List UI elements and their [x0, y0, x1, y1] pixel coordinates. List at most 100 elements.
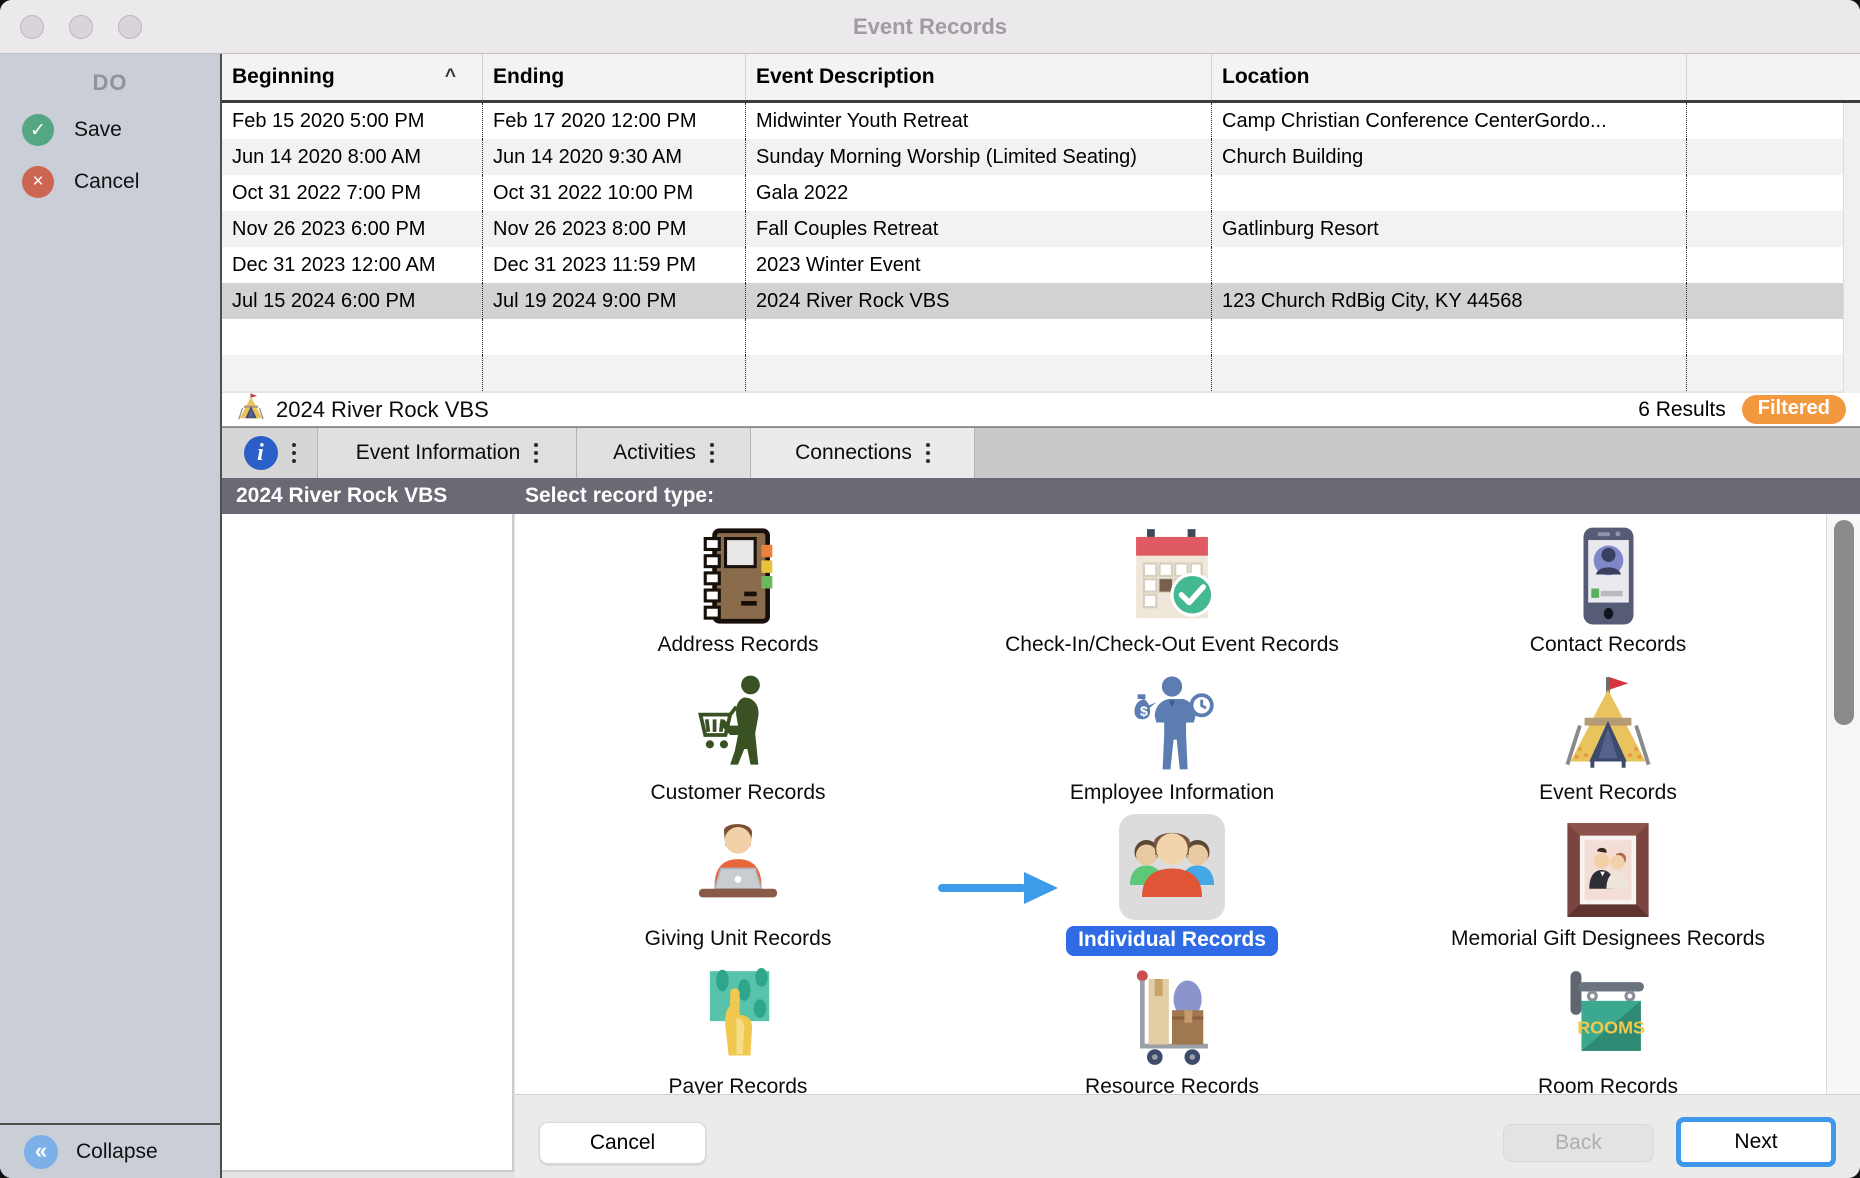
- record-type-memorial-gift-designees[interactable]: Memorial Gift Designees Records: [1388, 814, 1828, 952]
- info-icon: i: [244, 436, 278, 470]
- cancel-button[interactable]: × Cancel: [22, 166, 139, 198]
- collapse-button[interactable]: « Collapse: [0, 1123, 220, 1178]
- events-table: Beginning ^ Ending Event Description Loc…: [222, 54, 1860, 391]
- cell-empty: [1211, 355, 1686, 391]
- sort-ascending-icon: ^: [445, 54, 456, 100]
- cell-location: Camp Christian Conference CenterGordo...: [1211, 103, 1686, 139]
- cell-beginning: Oct 31 2022 7:00 PM: [222, 175, 482, 211]
- tent-icon: [236, 392, 266, 427]
- cell-beginning: Jul 15 2024 6:00 PM: [222, 283, 482, 319]
- person-laptop-icon: [518, 814, 958, 920]
- record-type-payer-records[interactable]: Payer Records: [518, 962, 958, 1100]
- table-scrollbar-track[interactable]: [1843, 103, 1860, 394]
- scrollbar-track[interactable]: [1826, 514, 1860, 1094]
- cancel-label: Cancel: [74, 170, 139, 194]
- employee-icon: $: [952, 668, 1392, 774]
- column-header-empty: [1686, 54, 1860, 100]
- filtered-badge[interactable]: Filtered: [1742, 395, 1846, 424]
- tab-connections-active[interactable]: Connections: [751, 428, 975, 478]
- column-header-ending[interactable]: Ending: [482, 54, 745, 100]
- hand-truck-icon: [952, 962, 1392, 1068]
- cell-description: 2023 Winter Event: [745, 247, 1211, 283]
- next-button-label: Next: [1681, 1122, 1831, 1162]
- tab-activities[interactable]: Activities: [577, 428, 751, 478]
- table-row[interactable]: Nov 26 2023 6:00 PM Nov 26 2023 8:00 PM …: [222, 211, 1860, 247]
- select-record-type-prompt: Select record type:: [525, 478, 714, 514]
- save-button[interactable]: ✓ Save: [22, 114, 122, 146]
- cell-beginning: Feb 15 2020 5:00 PM: [222, 103, 482, 139]
- selected-record-type-pill: Individual Records: [1066, 926, 1278, 956]
- cell-description: Gala 2022: [745, 175, 1211, 211]
- svg-text:ROOMS: ROOMS: [1577, 1018, 1645, 1038]
- address-book-icon: [518, 520, 958, 626]
- table-row[interactable]: Dec 31 2023 12:00 AM Dec 31 2023 11:59 P…: [222, 247, 1860, 283]
- cell-location: [1211, 175, 1686, 211]
- cell-description: Fall Couples Retreat: [745, 211, 1211, 247]
- title-bar: Event Records: [0, 0, 1860, 54]
- cell-ending: Oct 31 2022 10:00 PM: [482, 175, 745, 211]
- table-row-empty[interactable]: [222, 355, 1860, 391]
- tab-label: Connections: [795, 441, 912, 465]
- cell-empty: [1686, 247, 1860, 283]
- record-type-giving-unit-records[interactable]: Giving Unit Records: [518, 814, 958, 952]
- record-type-room-records[interactable]: ROOMS Room Records: [1388, 962, 1828, 1100]
- column-header-location[interactable]: Location: [1211, 54, 1686, 100]
- record-type-label: Giving Unit Records: [518, 926, 958, 952]
- cell-description: Midwinter Youth Retreat: [745, 103, 1211, 139]
- wizard-next-button[interactable]: Next: [1676, 1117, 1836, 1167]
- record-type-label: Individual Records: [952, 926, 1392, 956]
- cell-empty: [482, 319, 745, 355]
- tab-menu-dots-icon[interactable]: [710, 443, 714, 463]
- cell-ending: Dec 31 2023 11:59 PM: [482, 247, 745, 283]
- tab-event-information[interactable]: Event Information: [318, 428, 577, 478]
- contact-phone-icon: [1388, 520, 1828, 626]
- cell-empty: [1686, 175, 1860, 211]
- column-label: Beginning: [232, 65, 335, 88]
- table-row[interactable]: Feb 15 2020 5:00 PM Feb 17 2020 12:00 PM…: [222, 103, 1860, 139]
- hand-money-icon: [518, 962, 958, 1068]
- cell-location: [1211, 247, 1686, 283]
- tab-menu-dots-icon[interactable]: [926, 443, 930, 463]
- cell-beginning: Nov 26 2023 6:00 PM: [222, 211, 482, 247]
- tent-icon: [1388, 668, 1828, 774]
- record-header: 2024 River Rock VBS 6 Results Filtered: [222, 393, 1860, 427]
- record-type-event-records[interactable]: Event Records: [1388, 668, 1828, 806]
- double-chevron-left-icon: «: [24, 1135, 58, 1169]
- table-row[interactable]: Jun 14 2020 8:00 AM Jun 14 2020 9:30 AM …: [222, 139, 1860, 175]
- cell-location: 123 Church RdBig City, KY 44568: [1211, 283, 1686, 319]
- record-type-label: Check-In/Check-Out Event Records: [952, 632, 1392, 658]
- record-type-resource-records[interactable]: Resource Records: [952, 962, 1392, 1100]
- record-type-employee-information[interactable]: $ Employee Information: [952, 668, 1392, 806]
- column-header-description[interactable]: Event Description: [745, 54, 1211, 100]
- table-row[interactable]: Oct 31 2022 7:00 PM Oct 31 2022 10:00 PM…: [222, 175, 1860, 211]
- x-circle-icon: ×: [22, 166, 54, 198]
- photo-frame-icon: [1388, 814, 1828, 920]
- record-type-contact-records[interactable]: Contact Records: [1388, 520, 1828, 658]
- selection-arrow-icon: [938, 868, 1060, 913]
- cell-empty: [1686, 211, 1860, 247]
- cell-empty: [1211, 319, 1686, 355]
- table-row-empty[interactable]: [222, 319, 1860, 355]
- wizard-cancel-button[interactable]: Cancel: [539, 1122, 706, 1164]
- tab-bar: i Event Information Activities Connectio…: [222, 427, 1860, 478]
- tab-label: Event Information: [356, 441, 521, 465]
- save-label: Save: [74, 118, 122, 142]
- event-records-window: Event Records DO ✓ Save × Cancel « Colla…: [0, 0, 1860, 1178]
- record-type-label: Customer Records: [518, 780, 958, 806]
- tab-info[interactable]: i: [222, 428, 318, 478]
- svg-text:$: $: [1140, 703, 1148, 719]
- column-header-beginning[interactable]: Beginning ^: [222, 54, 482, 100]
- record-type-address-records[interactable]: Address Records: [518, 520, 958, 658]
- check-circle-icon: ✓: [22, 114, 54, 146]
- scrollbar-thumb[interactable]: [1834, 520, 1854, 725]
- tab-menu-dots-icon[interactable]: [534, 443, 538, 463]
- cell-ending: Nov 26 2023 8:00 PM: [482, 211, 745, 247]
- record-type-customer-records[interactable]: Customer Records: [518, 668, 958, 806]
- left-empty-panel: [222, 514, 514, 1172]
- record-type-checkin-checkout[interactable]: Check-In/Check-Out Event Records: [952, 520, 1392, 658]
- cell-empty: [1686, 283, 1860, 319]
- table-row-selected[interactable]: Jul 15 2024 6:00 PM Jul 19 2024 9:00 PM …: [222, 283, 1860, 319]
- context-bar: 2024 River Rock VBS Select record type:: [222, 478, 1860, 514]
- cell-empty: [1686, 355, 1860, 391]
- tab-menu-dots-icon[interactable]: [292, 443, 296, 463]
